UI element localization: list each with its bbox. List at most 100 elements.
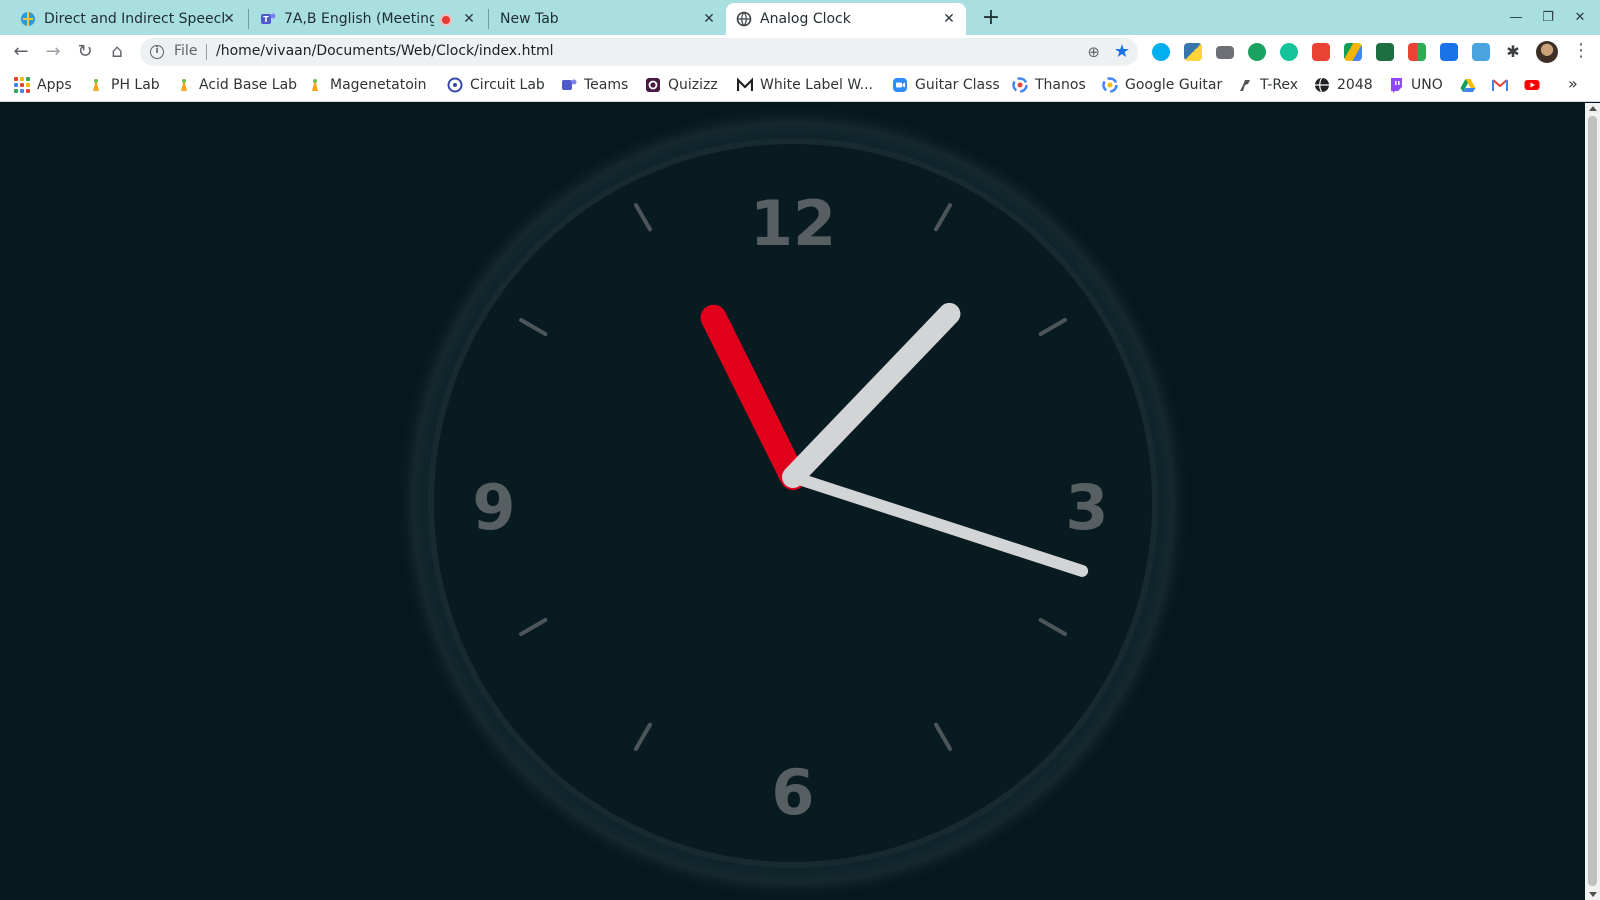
scroll-down-icon[interactable]	[1589, 892, 1597, 897]
close-icon[interactable]: ✕	[220, 10, 238, 28]
extensions-puzzle-icon[interactable]: ✱	[1504, 43, 1522, 61]
bookmark-label: Circuit Lab	[470, 77, 545, 93]
zoom-icon	[892, 77, 908, 93]
tab-strip: Direct and Indirect Speech ✕ T 7A,B Engl…	[0, 0, 1600, 35]
close-icon[interactable]: ✕	[700, 10, 718, 28]
bookmark-label: Apps	[37, 77, 72, 93]
tab-separator	[488, 9, 489, 29]
tab-direct-indirect-speech[interactable]: Direct and Indirect Speech ✕	[10, 3, 246, 35]
bookmark-label: Quizizz	[668, 77, 718, 93]
omnibox-divider	[206, 44, 207, 60]
bookmark-youtube[interactable]	[1524, 74, 1547, 96]
gmail-icon	[1492, 77, 1508, 93]
bookmark-white-label[interactable]: White Label W...	[736, 74, 873, 96]
tab-title: Analog Clock	[760, 11, 851, 27]
close-icon[interactable]: ✕	[940, 10, 958, 28]
bookmark-label: T-Rex	[1260, 77, 1299, 93]
tab-new-tab[interactable]: New Tab ✕	[490, 3, 726, 35]
scroll-thumb[interactable]	[1588, 116, 1597, 886]
grammarly-icon[interactable]	[1280, 43, 1298, 61]
url-text[interactable]: /home/vivaan/Documents/Web/Clock/index.h…	[216, 43, 916, 59]
globe-dark-icon	[1314, 77, 1330, 93]
bookmark-t-rex[interactable]: T-Rex	[1237, 74, 1298, 96]
bookmark-label: Magenetatoin	[330, 77, 427, 93]
tab-separator	[248, 9, 249, 29]
bookmark-star-icon[interactable]: ★	[1114, 41, 1130, 62]
bookmark-gmail[interactable]	[1492, 74, 1515, 96]
tab-title: Direct and Indirect Speech	[44, 11, 224, 27]
google-icon	[1102, 77, 1118, 93]
bookmark-quizizz[interactable]: Quizizz	[645, 74, 718, 96]
close-icon[interactable]: ✕	[460, 10, 478, 28]
extension-colorful-icon[interactable]	[1408, 43, 1426, 61]
numeral-9: 9	[472, 471, 515, 544]
bookmark-apps[interactable]: Apps	[14, 74, 72, 96]
hangouts-icon[interactable]	[1248, 43, 1266, 61]
youtube-icon	[1524, 77, 1540, 93]
zoom-icon[interactable]: ⊕	[1087, 43, 1100, 61]
back-button[interactable]: ←	[8, 39, 34, 65]
window-close-icon[interactable]: ✕	[1569, 8, 1591, 28]
teams-icon: T	[260, 11, 276, 27]
restore-icon[interactable]: ❐	[1537, 8, 1559, 28]
svg-text:T: T	[263, 15, 269, 24]
gmail-icon[interactable]	[1312, 43, 1330, 61]
minimize-icon[interactable]: —	[1505, 8, 1527, 28]
bookmark-drive[interactable]	[1460, 74, 1483, 96]
avatar[interactable]	[1536, 41, 1558, 63]
new-tab-button[interactable]: +	[978, 6, 1004, 32]
calendar-icon[interactable]	[1440, 43, 1458, 61]
bookmark-label: UNO	[1411, 77, 1443, 93]
bookmark-label: 2048	[1337, 77, 1373, 93]
phet-icon	[88, 77, 104, 93]
screenshot-icon[interactable]	[1472, 43, 1490, 61]
bookmark-2048[interactable]: 2048	[1314, 74, 1373, 96]
tab-title: 7A,B English (Meeting	[284, 11, 434, 27]
bookmark-circuit-lab[interactable]: Circuit Lab	[447, 74, 545, 96]
numeral-3: 3	[1065, 471, 1108, 544]
bookmarks-overflow-icon[interactable]: »	[1568, 74, 1578, 93]
bookmark-acid-base-lab[interactable]: Acid Base Lab	[176, 74, 297, 96]
clock-page: 12 3 6 9	[0, 103, 1585, 900]
menu-kebab-icon[interactable]: ⋮	[1572, 40, 1590, 62]
bookmarks-bar: Apps PH Lab Acid Base Lab Magenetatoin C…	[0, 68, 1600, 102]
bookmark-label: Teams	[584, 77, 629, 93]
bookmark-label: White Label W...	[760, 77, 873, 93]
twitch-icon	[1388, 77, 1404, 93]
bookmark-magenetatoin[interactable]: Magenetatoin	[307, 74, 427, 96]
mail-icon[interactable]	[1216, 46, 1234, 59]
numeral-6: 6	[771, 756, 814, 829]
bookmark-label: Thanos	[1035, 77, 1086, 93]
drive-icon[interactable]	[1344, 43, 1362, 61]
browser-toolbar: ← → ↻ ⌂ i File /home/vivaan/Documents/We…	[0, 35, 1600, 68]
python-icon[interactable]	[1184, 43, 1202, 61]
bookmark-teams[interactable]: Teams	[561, 74, 628, 96]
tab-english-meeting[interactable]: T 7A,B English (Meeting ✕	[250, 3, 486, 35]
bookmark-guitar-class[interactable]: Guitar Class	[892, 74, 1000, 96]
forward-button[interactable]: →	[40, 39, 66, 65]
phet-icon	[307, 77, 323, 93]
bookmark-label: Google Guitar	[1125, 77, 1223, 93]
recording-indicator-icon	[440, 14, 452, 26]
drive-icon	[1460, 77, 1476, 93]
scroll-up-icon[interactable]	[1589, 106, 1597, 111]
reload-button[interactable]: ↻	[72, 39, 98, 65]
info-icon[interactable]: i	[150, 45, 164, 59]
bookmark-label: Guitar Class	[915, 77, 1000, 93]
bookmark-google-guitar[interactable]: Google Guitar	[1102, 74, 1222, 96]
trex-icon	[1237, 77, 1253, 93]
teams-icon	[561, 77, 577, 93]
skype-icon[interactable]	[1152, 43, 1170, 61]
excel-icon[interactable]	[1376, 43, 1394, 61]
google-icon	[1012, 77, 1028, 93]
tab-analog-clock[interactable]: Analog Clock ✕	[726, 3, 966, 35]
page-scrollbar[interactable]	[1585, 103, 1600, 900]
bookmark-thanos[interactable]: Thanos	[1012, 74, 1086, 96]
address-bar[interactable]: i File /home/vivaan/Documents/Web/Clock/…	[140, 38, 1138, 66]
m-logo-icon	[736, 77, 754, 93]
circle-icon	[447, 77, 463, 93]
bookmark-uno[interactable]: UNO	[1388, 74, 1443, 96]
bookmark-ph-lab[interactable]: PH Lab	[88, 74, 160, 96]
apps-grid-icon	[14, 77, 30, 93]
home-button[interactable]: ⌂	[104, 39, 130, 65]
